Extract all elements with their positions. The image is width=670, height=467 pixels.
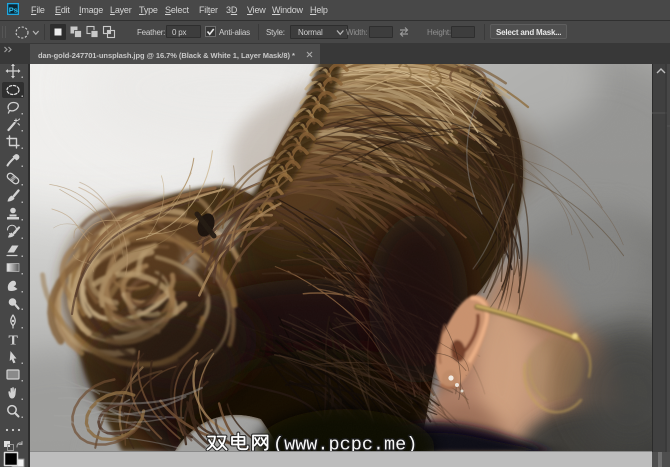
svg-text:T: T <box>9 334 19 349</box>
svg-text:(www.pcpc.me): (www.pcpc.me) <box>273 435 417 452</box>
svg-text:Ps: Ps <box>9 5 18 14</box>
